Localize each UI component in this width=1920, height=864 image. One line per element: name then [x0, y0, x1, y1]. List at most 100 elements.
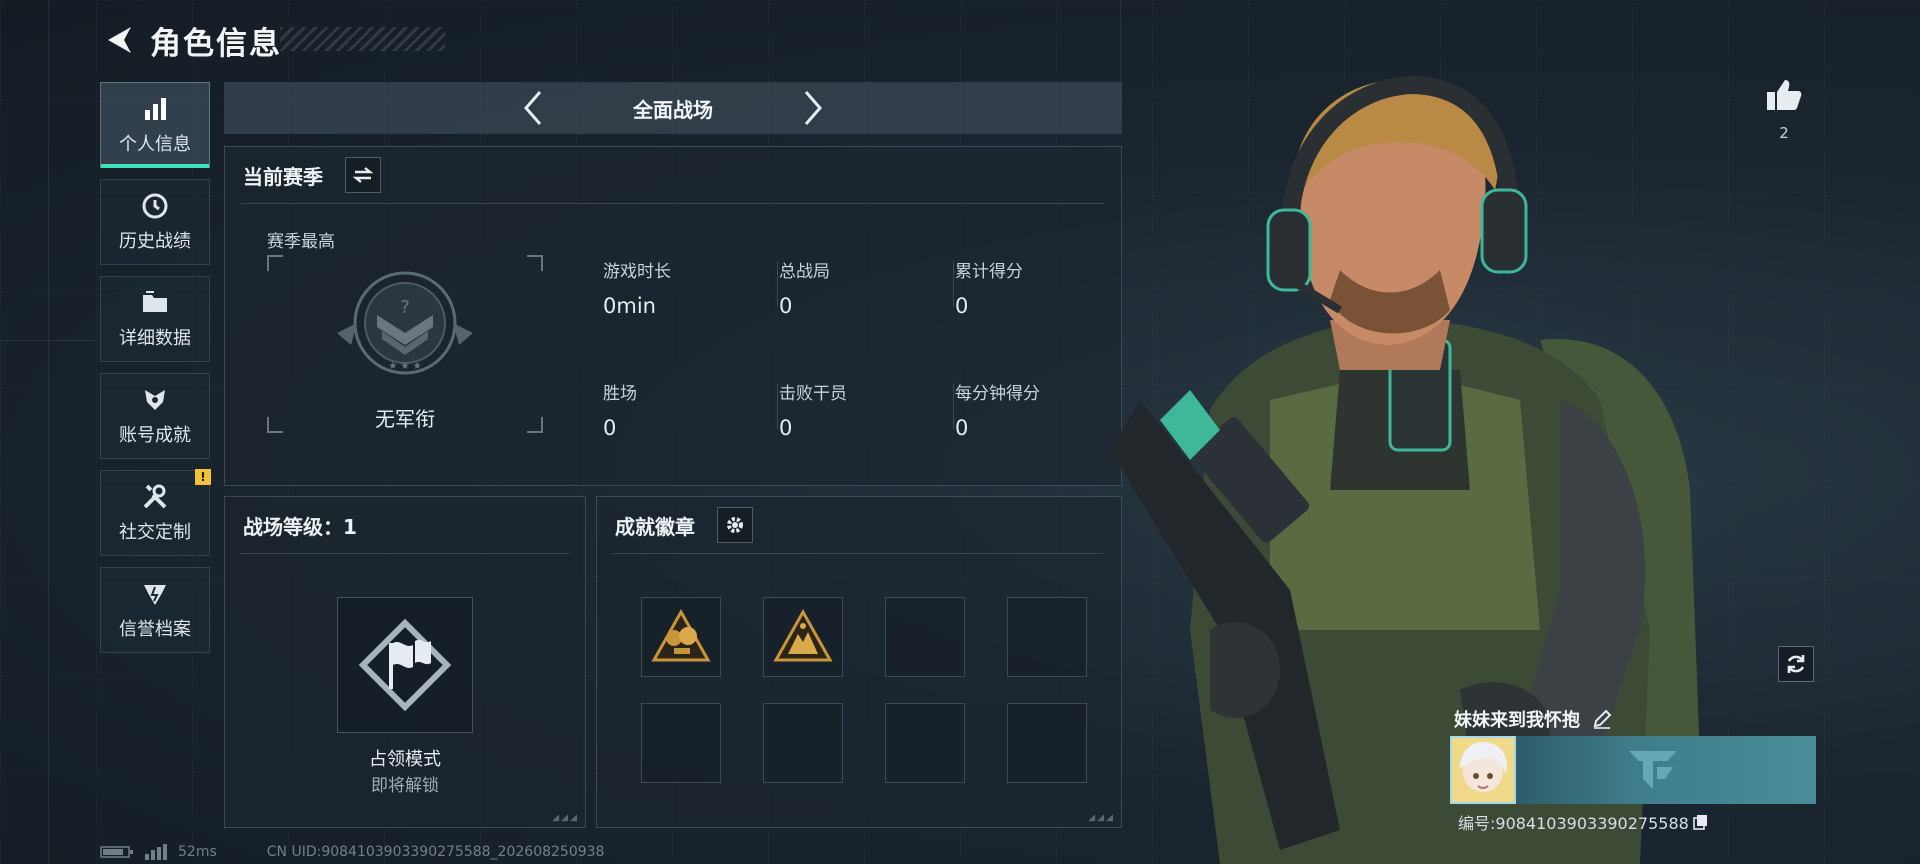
mode-switcher: 全面战场 [224, 82, 1122, 134]
prev-mode-button[interactable] [513, 86, 553, 130]
pencil-icon [1593, 709, 1612, 729]
rank-name: 无军衔 [375, 407, 435, 431]
stat-value: 0min [603, 294, 656, 318]
badge-slot-empty[interactable] [763, 703, 843, 783]
player-name-row: 妹妹来到我怀抱 [1454, 706, 1612, 732]
uid-text: CN UID:9084103903390275588_202608250938 [266, 844, 605, 860]
sidebar-item-personal-info[interactable]: 个人信息 [100, 82, 210, 168]
thumbs-up-icon [1767, 80, 1802, 110]
badge-slot-empty[interactable] [885, 597, 965, 677]
sidebar-item-label: 详细数据 [119, 328, 191, 349]
season-best-label: 赛季最高 [267, 232, 335, 252]
stat-score-per-minute: 每分钟得分 0 [955, 379, 1040, 440]
divider [241, 203, 1105, 204]
badge-slot-empty[interactable] [641, 703, 721, 783]
level-title: 战场等级：1 [243, 515, 357, 539]
sidebar-item-reputation[interactable]: 信誉档案 [100, 567, 210, 653]
folder-icon [140, 288, 170, 318]
bar-chart-icon [140, 94, 170, 124]
sidebar-item-label: 信誉档案 [119, 619, 191, 640]
avatar[interactable] [1450, 736, 1516, 804]
copy-id-button[interactable] [1693, 814, 1709, 830]
back-button[interactable] [100, 22, 136, 58]
stat-label: 累计得分 [955, 262, 1023, 282]
swap-icon [353, 167, 373, 183]
page-header: 角色信息 [100, 18, 282, 62]
frame-corner [527, 255, 543, 271]
ping-text: 52ms [178, 844, 217, 860]
stat-value: 0 [955, 294, 969, 318]
stat-label: 每分钟得分 [955, 384, 1040, 404]
history-icon [140, 191, 170, 221]
copy-icon [1693, 815, 1707, 830]
stat-value: 0 [603, 416, 617, 440]
stat-divider [777, 261, 778, 307]
mode-lock-status: 即将解锁 [371, 776, 439, 796]
season-panel: 当前赛季 赛季最高 ? ★ ★ ★ 无军衔 游戏时长 0min 总战局 0 累计… [224, 146, 1122, 486]
bg-decor-line [48, 0, 49, 864]
badge-settings-button[interactable] [717, 507, 753, 543]
sidebar-item-label: 社交定制 [119, 522, 191, 543]
like-count: 2 [1779, 124, 1789, 142]
sidebar-item-history[interactable]: 历史战绩 [100, 179, 210, 265]
edit-name-button[interactable] [1592, 709, 1612, 729]
stat-label: 胜场 [603, 384, 637, 404]
sidebar-item-social[interactable]: ! 社交定制 [100, 469, 211, 556]
chevron-left-icon [524, 91, 542, 125]
stat-total-matches: 总战局 0 [779, 257, 830, 318]
sidebar-item-achievements[interactable]: 账号成就 [100, 373, 210, 459]
badges-title: 成就徽章 [615, 515, 695, 539]
stat-divider [777, 383, 778, 429]
like-button[interactable]: 2 [1762, 78, 1806, 142]
battlefield-level-panel: 战场等级：1 占领模式 即将解锁 ◢◢◢ [224, 496, 586, 828]
achievement-icon [140, 385, 170, 415]
sidebar-item-label: 历史战绩 [119, 231, 191, 252]
achievement-badge-icon [651, 608, 711, 662]
rank-frame: ? ★ ★ ★ 无军衔 [267, 255, 543, 433]
divider [613, 553, 1103, 554]
refresh-pose-button[interactable] [1778, 646, 1814, 682]
stat-wins: 胜场 0 [603, 379, 637, 440]
rank-emblem-icon: ? ★ ★ ★ [337, 271, 473, 375]
player-name-card-banner[interactable] [1490, 736, 1816, 804]
stat-value: 0 [779, 294, 793, 318]
stat-play-time: 游戏时长 0min [603, 257, 671, 318]
chevron-right-icon [804, 91, 822, 125]
back-arrow-icon [108, 27, 131, 53]
achievement-badge-icon [773, 608, 833, 662]
stat-label: 总战局 [779, 262, 830, 282]
stat-value: 0 [955, 416, 969, 440]
signal-icon [145, 844, 167, 860]
flag-icon [358, 618, 452, 712]
sidebar-item-details[interactable]: 详细数据 [100, 276, 210, 362]
alert-badge: ! [195, 469, 211, 485]
gear-icon [727, 517, 743, 533]
season-title: 当前赛季 [243, 165, 323, 189]
stat-divider [953, 383, 954, 429]
stat-divider [953, 261, 954, 307]
battery-icon [100, 846, 133, 858]
team-logo-icon [1629, 751, 1677, 789]
title-decor-stripes [280, 27, 445, 51]
mode-name: 占领模式 [369, 749, 441, 770]
sidebar-item-label: 个人信息 [119, 134, 191, 155]
divider [241, 553, 569, 554]
stat-kills: 击败干员 0 [779, 379, 847, 440]
player-id: 编号:9084103903390275588 [1458, 814, 1689, 833]
tools-icon [140, 482, 170, 512]
mode-title: 全面战场 [633, 97, 713, 122]
sidebar: 个人信息 历史战绩 详细数据 账号成就 ! 社交定制 信誉档案 [100, 82, 211, 664]
player-name: 妹妹来到我怀抱 [1454, 710, 1580, 731]
page-title: 角色信息 [150, 25, 282, 62]
svg-text:★ ★ ★: ★ ★ ★ [388, 361, 421, 372]
avatar-image [1452, 738, 1514, 802]
badge-slot-empty[interactable] [885, 703, 965, 783]
next-mode-button[interactable] [793, 86, 833, 130]
badge-slot[interactable] [763, 597, 843, 677]
switch-season-button[interactable] [345, 157, 381, 193]
panel-decor-marks: ◢◢◢ [552, 813, 579, 823]
frame-corner [267, 255, 283, 271]
occupation-mode-card[interactable] [337, 597, 473, 733]
badge-slot[interactable] [641, 597, 721, 677]
stat-label: 游戏时长 [603, 262, 671, 282]
